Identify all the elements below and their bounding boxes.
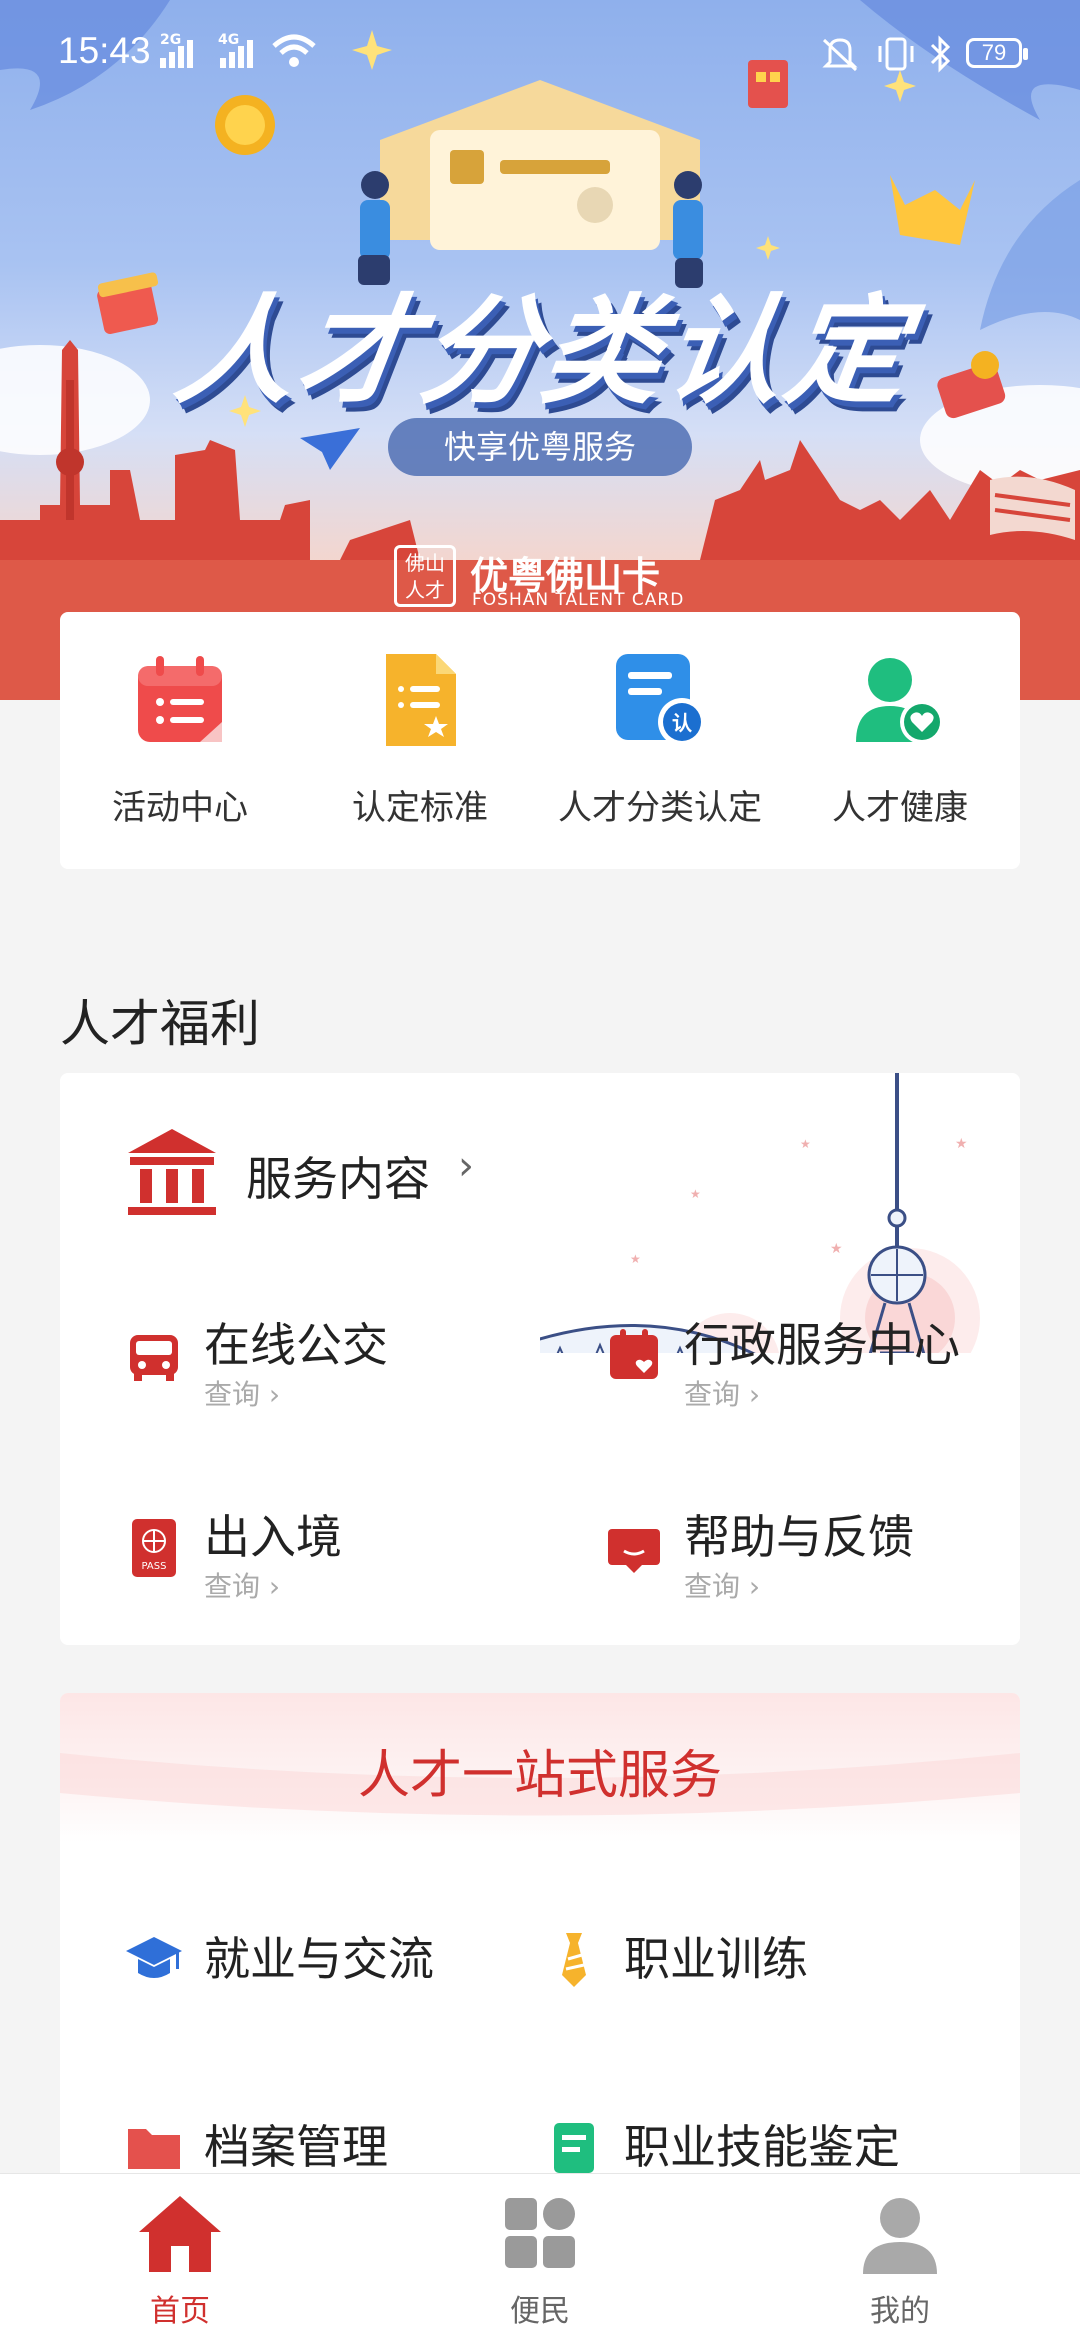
onestop-item-name: 职业训练 [624,1932,808,1986]
person-heart-icon [856,658,944,744]
welfare-item-query-link[interactable]: 查询 › [204,1565,280,1605]
status-bar: 15:43 2G 4G 79 [0,0,1080,110]
section-title-welfare: 人才福利 [60,995,260,1053]
welfare-item-name: 在线公交 [204,1318,388,1372]
battery-indicator: 79 [966,38,1028,68]
screen: 15:43 2G 4G 79 人才分类认定 快享优粤服务 佛山人才 优粤佛山卡 … [0,0,1080,2340]
welfare-card: ★ ★ ★ ★ ★ 服务内容 › 在线公交 查询 › 行政服务中心 查询 › P… [60,1073,1020,1645]
brand-seal-logo: 佛山人才 [394,545,456,607]
quick-entry-activity-center[interactable]: 活动中心 [60,650,300,829]
quick-entry-card: 活动中心 认定标准 认 人才分类认定 人才健康 [60,612,1020,869]
quick-entry-talent-certify[interactable]: 认 人才分类认定 [540,650,780,829]
calendar-heart-icon [610,1329,658,1379]
document-star-icon [386,654,456,746]
onestop-item-employment[interactable]: 就业与交流 [124,1923,484,1993]
quick-entry-label: 活动中心 [112,788,248,828]
network-type-2: 4G [218,32,240,48]
onestop-item-name: 职业技能鉴定 [624,2120,900,2174]
onestop-item-name: 就业与交流 [204,1932,434,1986]
report-icon [554,2123,594,2173]
status-time: 15:43 [58,30,151,71]
tab-home[interactable]: 首页 [80,2192,280,2330]
onestop-item-archive[interactable]: 档案管理 [124,2111,484,2181]
certify-badge-icon: 认 [616,654,706,746]
passport-icon: PASS [132,1519,176,1577]
home-icon [139,2196,221,2272]
brand-name-en: FOSHAN TALENT CARD [472,590,685,610]
welfare-item-exit-entry[interactable]: PASS 出入境 查询 › [124,1501,544,1621]
quick-entry-talent-health[interactable]: 人才健康 [780,650,1020,829]
bank-building-icon [128,1129,216,1215]
onestop-title: 人才一站式服务 [357,1746,722,1806]
user-icon [863,2198,937,2274]
quick-entry-label: 人才健康 [832,788,968,828]
calendar-list-icon [138,656,222,742]
banner-slogan: 快享优粤服务 [388,418,692,476]
tie-icon [562,1933,586,1987]
graduation-cap-icon [126,1937,182,1978]
service-content-title: 服务内容 [246,1152,430,1206]
hero-banner[interactable]: 15:43 2G 4G 79 人才分类认定 快享优粤服务 佛山人才 优粤佛山卡 … [0,0,1080,700]
onestop-item-name: 档案管理 [204,2120,388,2174]
welfare-item-query-link[interactable]: 查询 › [684,1373,760,1413]
welfare-item-query-link[interactable]: 查询 › [204,1373,280,1413]
onestop-header: 人才一站式服务 [60,1693,1020,1843]
vibrate-icon [878,37,914,71]
welfare-item-name: 行政服务中心 [684,1318,960,1372]
bluetooth-icon [930,35,951,73]
svg-text:PASS: PASS [142,1561,167,1572]
tab-mine[interactable]: 我的 [800,2192,1000,2330]
welfare-item-help-feedback[interactable]: 帮助与反馈 查询 › [604,1501,1020,1621]
banner-title: 人才分类认定 [167,282,920,420]
bus-icon [130,1335,178,1381]
onestop-item-vocational-training[interactable]: 职业训练 [544,1923,904,1993]
chevron-right-icon: › [458,1143,474,1189]
folder-icon [128,2129,180,2169]
tab-label: 首页 [150,2294,210,2329]
tab-convenience[interactable]: 便民 [440,2192,640,2330]
tab-label: 便民 [510,2294,570,2329]
svg-text:★: ★ [800,1137,811,1151]
svg-text:★: ★ [955,1136,968,1152]
quick-entry-label: 人才分类认定 [558,788,762,828]
welfare-item-admin-service-center[interactable]: 行政服务中心 查询 › [604,1309,1020,1429]
wifi-icon [272,34,316,67]
service-content-link[interactable] [124,1123,220,1219]
feedback-icon [608,1529,660,1573]
welfare-item-online-bus[interactable]: 在线公交 查询 › [124,1309,544,1429]
grid-icon [505,2198,575,2268]
svg-text:★: ★ [830,1241,843,1257]
onestop-item-skill-appraisal[interactable]: 职业技能鉴定 [544,2111,904,2181]
svg-text:★: ★ [690,1187,701,1201]
welfare-item-name: 帮助与反馈 [684,1510,914,1564]
tab-label: 我的 [870,2294,930,2329]
svg-text:★: ★ [630,1252,641,1266]
welfare-item-name: 出入境 [204,1510,342,1564]
network-type-1: 2G [160,32,182,48]
svg-text:认: 认 [672,711,693,735]
mute-icon [822,38,858,72]
welfare-item-query-link[interactable]: 查询 › [684,1565,760,1605]
bottom-tab-bar: 首页 便民 我的 [0,2173,1080,2340]
quick-entry-standard[interactable]: 认定标准 [300,650,540,829]
quick-entry-label: 认定标准 [352,788,488,828]
